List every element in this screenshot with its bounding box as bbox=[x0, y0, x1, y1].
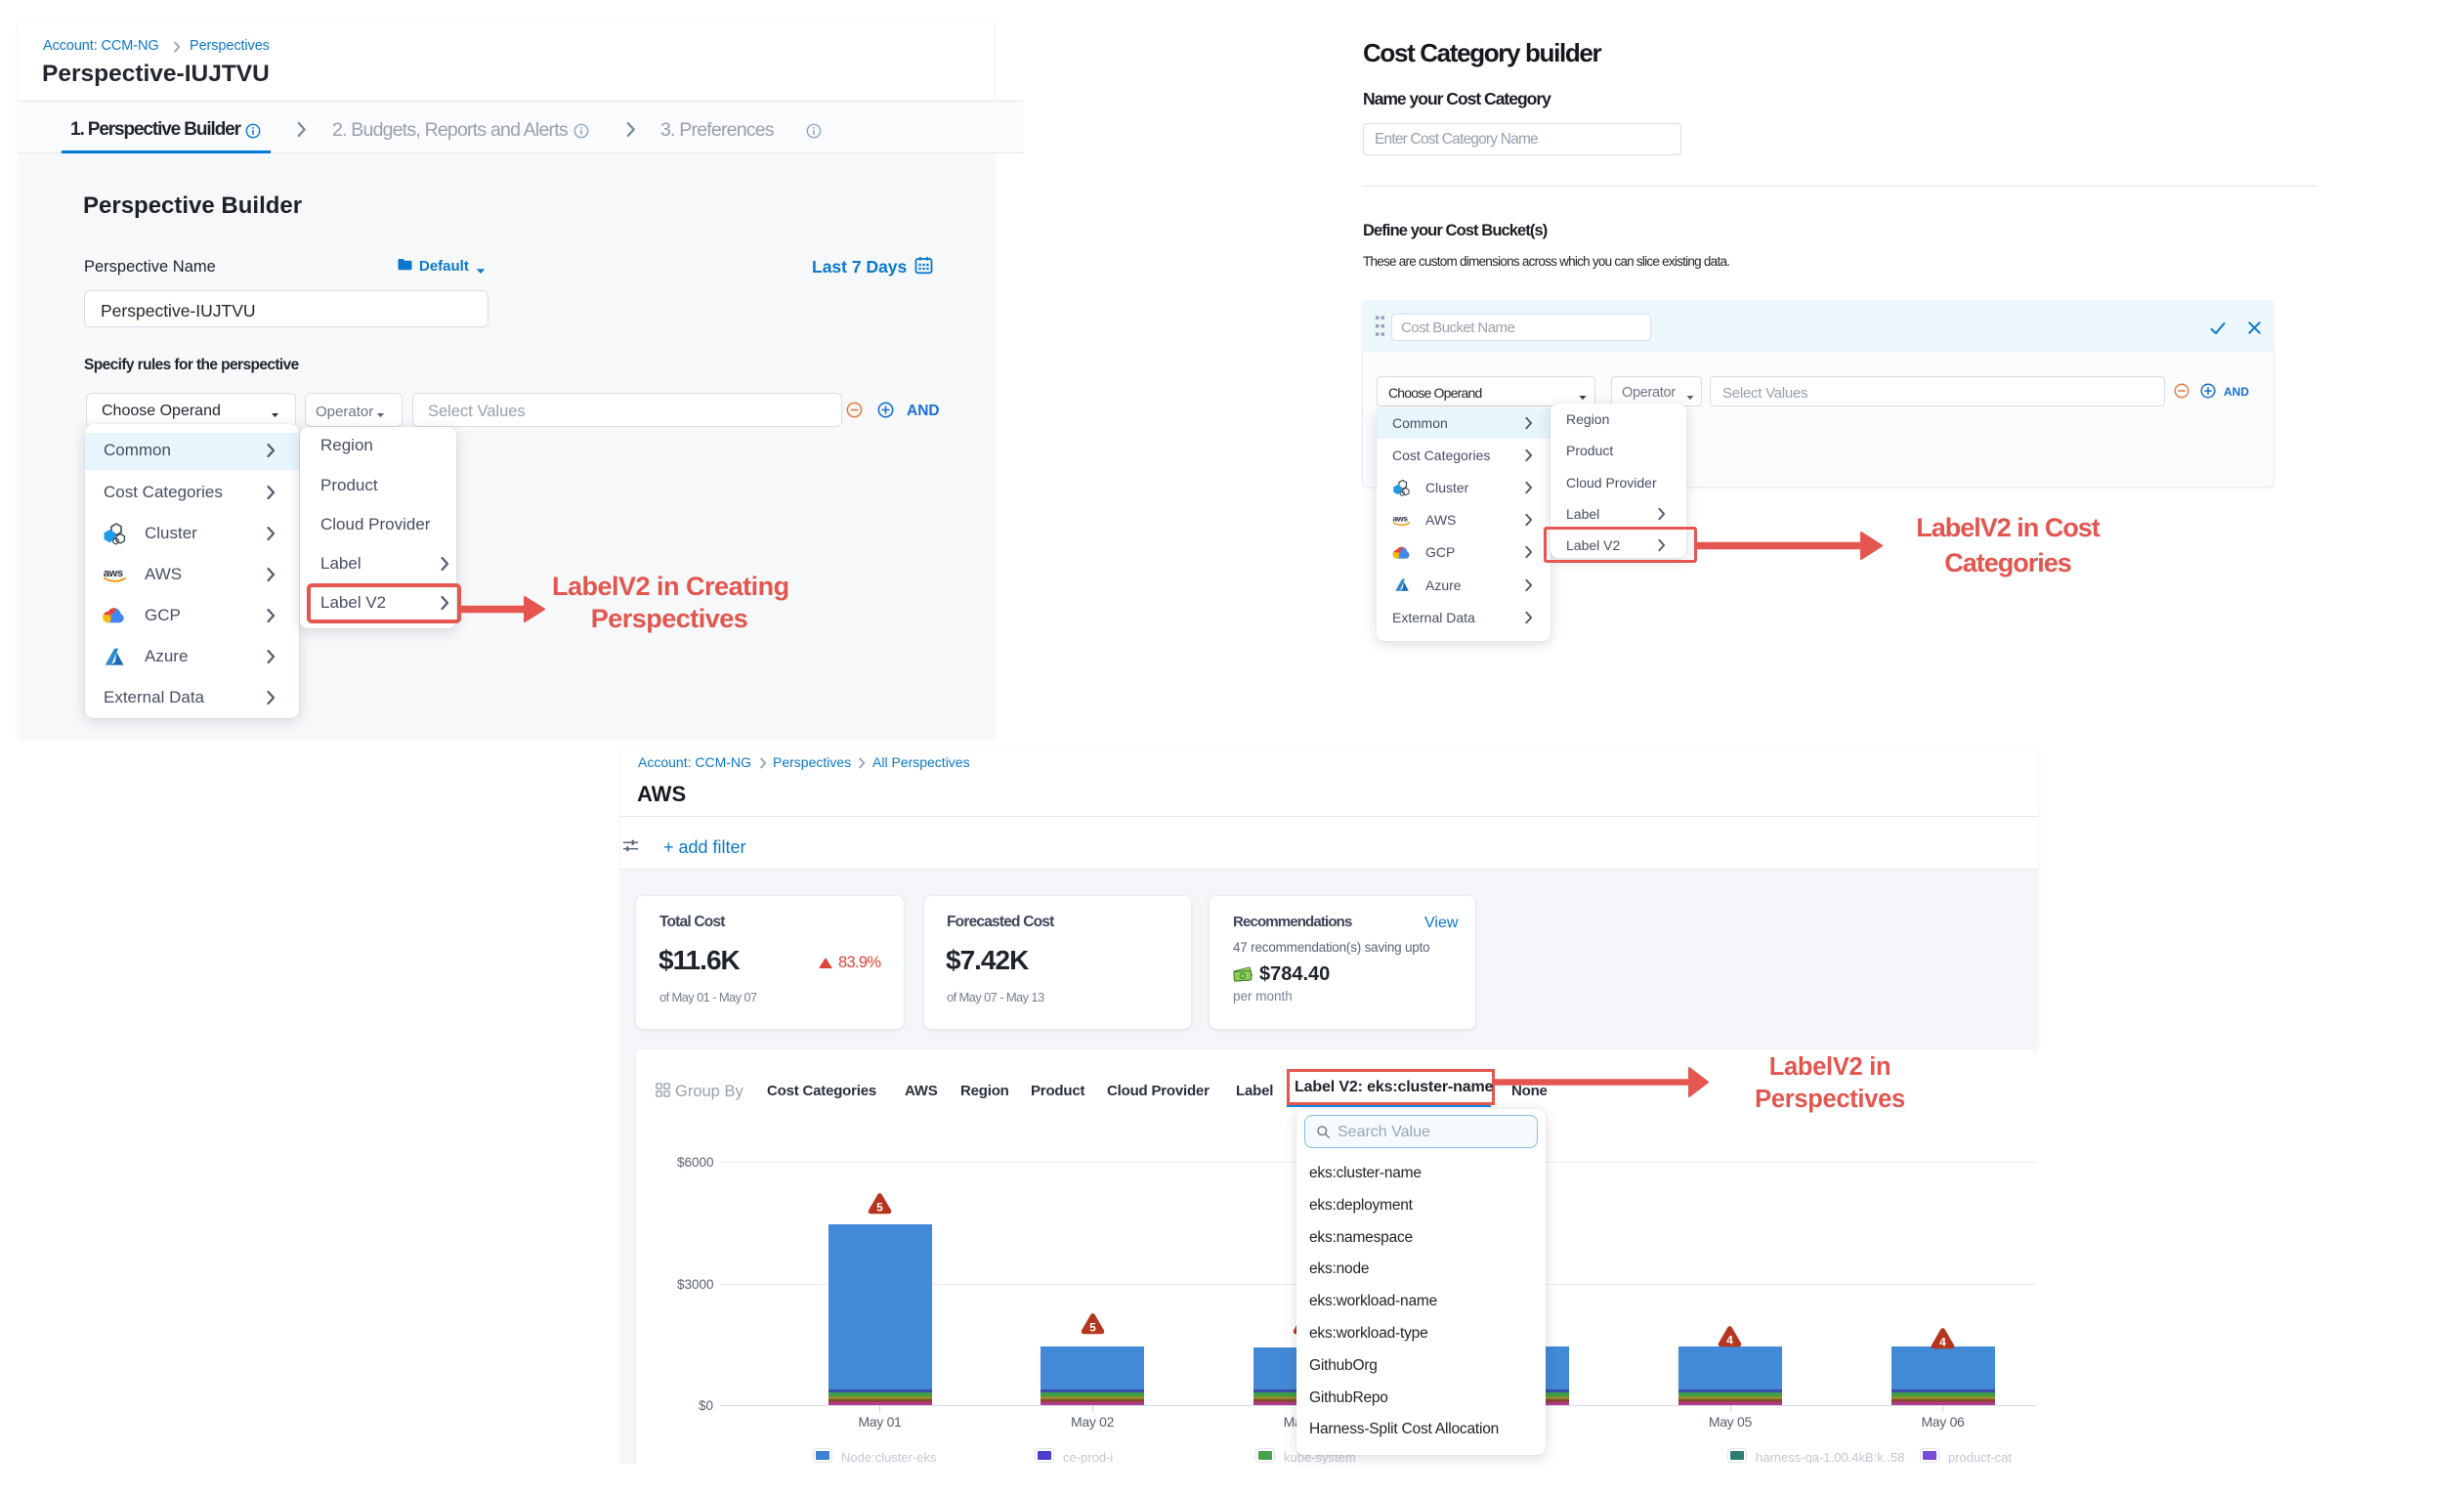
svg-text:aws: aws bbox=[104, 568, 123, 579]
svg-text:5: 5 bbox=[876, 1200, 883, 1214]
svg-text:4: 4 bbox=[1939, 1335, 1946, 1348]
svg-text:4: 4 bbox=[1726, 1333, 1733, 1346]
svg-text:aws: aws bbox=[1392, 514, 1408, 524]
svg-text:5: 5 bbox=[1089, 1320, 1096, 1334]
